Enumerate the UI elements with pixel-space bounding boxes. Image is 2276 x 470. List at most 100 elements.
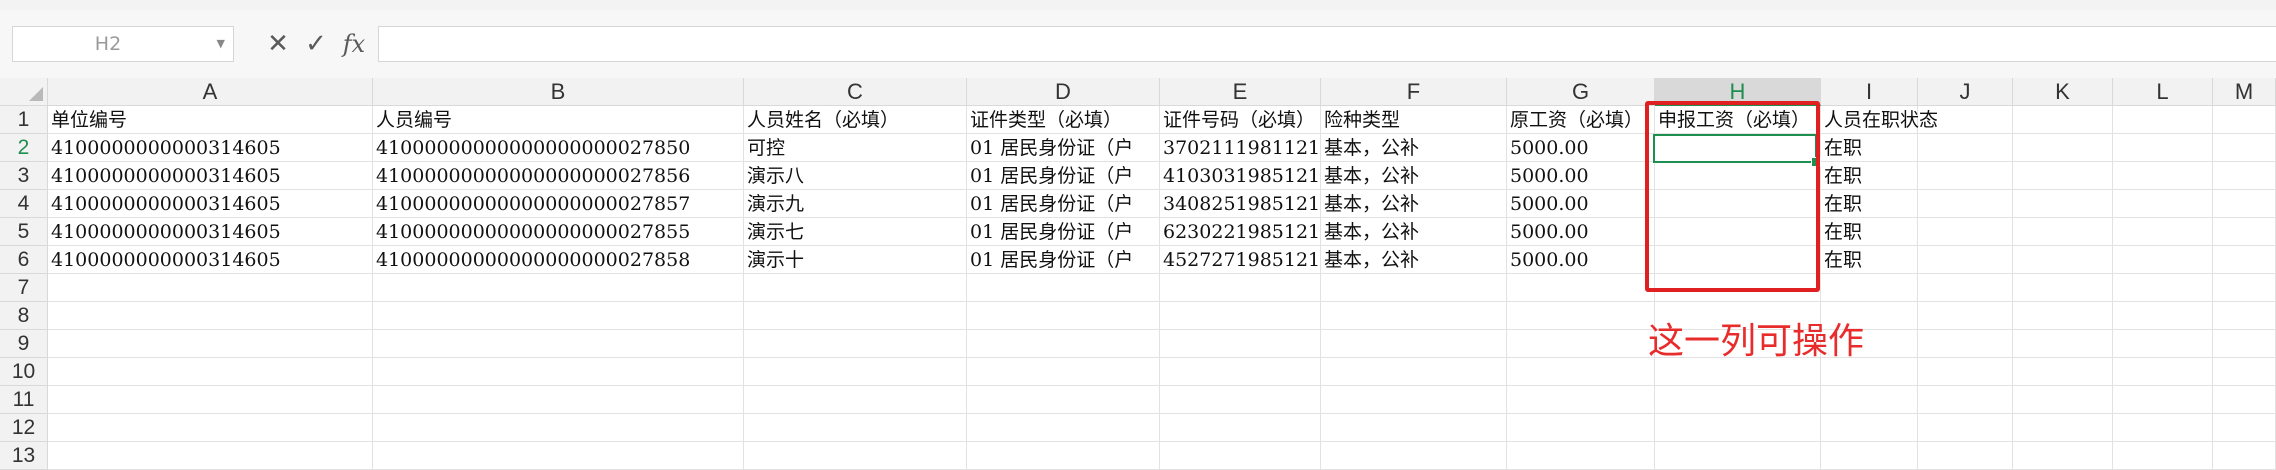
cell-k12[interactable]	[2013, 414, 2113, 442]
cell-l11[interactable]	[2113, 386, 2213, 414]
cell-a2[interactable]: 4100000000000314605	[48, 134, 373, 162]
cell-l13[interactable]	[2113, 442, 2213, 470]
cell-g12[interactable]	[1507, 414, 1655, 442]
cell-a4[interactable]: 4100000000000314605	[48, 190, 373, 218]
column-header-e[interactable]: E	[1160, 78, 1321, 106]
cell-d4[interactable]: 01 居民身份证（户	[967, 190, 1160, 218]
cell-k9[interactable]	[2013, 330, 2113, 358]
cell-i12[interactable]	[1821, 414, 1918, 442]
cell-f3[interactable]: 基本，公补	[1321, 162, 1507, 190]
cell-f13[interactable]	[1321, 442, 1507, 470]
cell-b7[interactable]	[373, 274, 744, 302]
cell-k13[interactable]	[2013, 442, 2113, 470]
column-header-g[interactable]: G	[1507, 78, 1655, 106]
cell-l10[interactable]	[2113, 358, 2213, 386]
cell-a5[interactable]: 4100000000000314605	[48, 218, 373, 246]
cell-j3[interactable]	[1918, 162, 2013, 190]
cell-g6[interactable]: 5000.00	[1507, 246, 1655, 274]
cell-h12[interactable]	[1655, 414, 1821, 442]
cell-c1[interactable]: 人员姓名（必填）	[744, 106, 967, 134]
cell-f4[interactable]: 基本，公补	[1321, 190, 1507, 218]
cell-a10[interactable]	[48, 358, 373, 386]
cell-d7[interactable]	[967, 274, 1160, 302]
row-header-3[interactable]: 3	[0, 162, 48, 190]
cell-c9[interactable]	[744, 330, 967, 358]
cell-c10[interactable]	[744, 358, 967, 386]
cell-g11[interactable]	[1507, 386, 1655, 414]
cell-b9[interactable]	[373, 330, 744, 358]
cell-g4[interactable]: 5000.00	[1507, 190, 1655, 218]
cell-e10[interactable]	[1160, 358, 1321, 386]
cell-i3[interactable]: 在职	[1821, 162, 1918, 190]
cell-e5[interactable]: 623022198512155	[1160, 218, 1321, 246]
cell-c11[interactable]	[744, 386, 967, 414]
cell-f10[interactable]	[1321, 358, 1507, 386]
cell-k5[interactable]	[2013, 218, 2113, 246]
cell-b2[interactable]: 41000000000000000000027850	[373, 134, 744, 162]
cell-k11[interactable]	[2013, 386, 2113, 414]
row-header-10[interactable]: 10	[0, 358, 48, 386]
cell-k6[interactable]	[2013, 246, 2113, 274]
cell-f11[interactable]	[1321, 386, 1507, 414]
cell-d11[interactable]	[967, 386, 1160, 414]
cell-e9[interactable]	[1160, 330, 1321, 358]
cell-g13[interactable]	[1507, 442, 1655, 470]
row-header-5[interactable]: 5	[0, 218, 48, 246]
cell-j8[interactable]	[1918, 302, 2013, 330]
cell-g1[interactable]: 原工资（必填）	[1507, 106, 1655, 134]
column-header-k[interactable]: K	[2013, 78, 2113, 106]
cell-d10[interactable]	[967, 358, 1160, 386]
column-header-d[interactable]: D	[967, 78, 1160, 106]
cell-f2[interactable]: 基本，公补	[1321, 134, 1507, 162]
cell-k7[interactable]	[2013, 274, 2113, 302]
cell-b10[interactable]	[373, 358, 744, 386]
cell-d1[interactable]: 证件类型（必填）	[967, 106, 1160, 134]
cell-d12[interactable]	[967, 414, 1160, 442]
cell-a6[interactable]: 4100000000000314605	[48, 246, 373, 274]
cell-g7[interactable]	[1507, 274, 1655, 302]
cell-k1[interactable]	[2013, 106, 2113, 134]
column-header-b[interactable]: B	[373, 78, 744, 106]
cell-b1[interactable]: 人员编号	[373, 106, 744, 134]
cell-c4[interactable]: 演示九	[744, 190, 967, 218]
cell-f6[interactable]: 基本，公补	[1321, 246, 1507, 274]
cell-a11[interactable]	[48, 386, 373, 414]
cell-c6[interactable]: 演示十	[744, 246, 967, 274]
cell-k8[interactable]	[2013, 302, 2113, 330]
cell-k4[interactable]	[2013, 190, 2113, 218]
cell-i4[interactable]: 在职	[1821, 190, 1918, 218]
row-header-11[interactable]: 11	[0, 386, 48, 414]
cell-g3[interactable]: 5000.00	[1507, 162, 1655, 190]
cell-f12[interactable]	[1321, 414, 1507, 442]
cell-l6[interactable]	[2113, 246, 2213, 274]
cell-f9[interactable]	[1321, 330, 1507, 358]
select-all-corner[interactable]	[0, 78, 48, 106]
cell-l5[interactable]	[2113, 218, 2213, 246]
name-box[interactable]: H2 ▼	[12, 26, 234, 62]
cell-b4[interactable]: 41000000000000000000027857	[373, 190, 744, 218]
cell-g8[interactable]	[1507, 302, 1655, 330]
column-header-c[interactable]: C	[744, 78, 967, 106]
cell-g2[interactable]: 5000.00	[1507, 134, 1655, 162]
cell-j5[interactable]	[1918, 218, 2013, 246]
cell-m4[interactable]	[2213, 190, 2276, 218]
cell-e11[interactable]	[1160, 386, 1321, 414]
cell-m2[interactable]	[2213, 134, 2276, 162]
cell-k2[interactable]	[2013, 134, 2113, 162]
cell-j12[interactable]	[1918, 414, 2013, 442]
cell-d8[interactable]	[967, 302, 1160, 330]
cell-m1[interactable]	[2213, 106, 2276, 134]
column-header-f[interactable]: F	[1321, 78, 1507, 106]
cell-a7[interactable]	[48, 274, 373, 302]
cell-m13[interactable]	[2213, 442, 2276, 470]
formula-input[interactable]	[378, 26, 2276, 62]
column-header-a[interactable]: A	[48, 78, 373, 106]
cell-j11[interactable]	[1918, 386, 2013, 414]
cell-l3[interactable]	[2113, 162, 2213, 190]
cell-g9[interactable]	[1507, 330, 1655, 358]
cell-m5[interactable]	[2213, 218, 2276, 246]
cell-e8[interactable]	[1160, 302, 1321, 330]
cell-k10[interactable]	[2013, 358, 2113, 386]
cell-e2[interactable]: 370211198112165	[1160, 134, 1321, 162]
column-header-i[interactable]: I	[1821, 78, 1918, 106]
